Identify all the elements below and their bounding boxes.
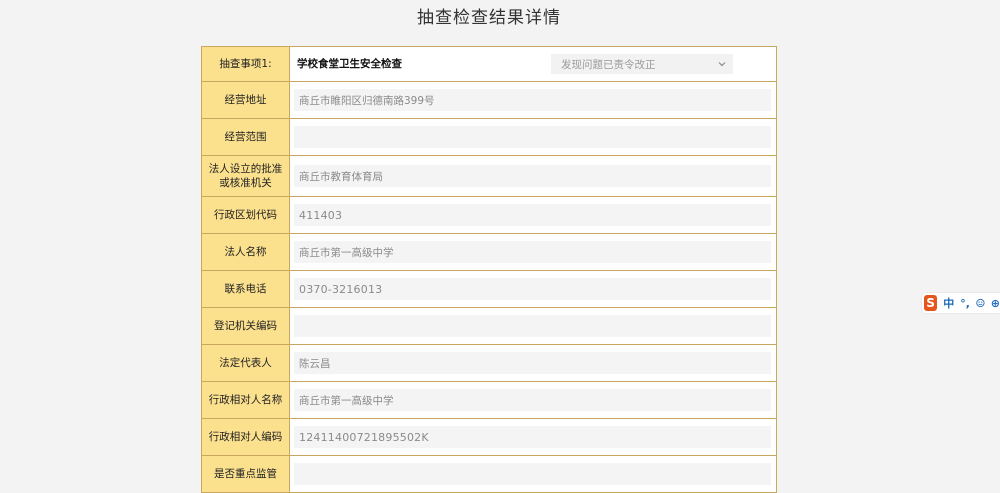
- field-label: 法人名称: [202, 234, 290, 270]
- registration-authority-code-field[interactable]: [294, 315, 771, 337]
- field-label: 法定代表人: [202, 345, 290, 381]
- inspection-name: 学校食堂卫生安全检查: [297, 58, 402, 70]
- table-row: 登记机关编码: [202, 308, 776, 345]
- counterparty-code-field[interactable]: 12411400721895502K: [294, 426, 771, 448]
- table-row: 联系电话 0370-3216013: [202, 271, 776, 308]
- table-row-inspection: 抽查事项1: 学校食堂卫生安全检查 发现问题已责令改正: [202, 47, 776, 82]
- address-field[interactable]: 商丘市睢阳区归德南路399号: [294, 89, 771, 111]
- field-label: 登记机关编码: [202, 308, 290, 344]
- business-scope-field[interactable]: [294, 126, 771, 148]
- table-row: 经营地址 商丘市睢阳区归德南路399号: [202, 82, 776, 119]
- legal-entity-name-field[interactable]: 商丘市第一高级中学: [294, 241, 771, 263]
- field-label: 经营地址: [202, 82, 290, 118]
- table-row: 法人设立的批准或核准机关 商丘市教育体育局: [202, 156, 776, 197]
- page-title: 抽查检查结果详情: [417, 8, 561, 28]
- result-select[interactable]: 发现问题已责令改正: [551, 54, 733, 74]
- result-select-value: 发现问题已责令改正: [561, 58, 656, 71]
- inspection-label: 抽查事项1:: [202, 47, 290, 81]
- smile-icon[interactable]: [976, 297, 985, 309]
- field-label: 法人设立的批准或核准机关: [202, 156, 290, 196]
- table-row: 行政相对人名称 商丘市第一高级中学: [202, 382, 776, 419]
- phone-field[interactable]: 0370-3216013: [294, 278, 771, 300]
- table-row: 是否重点监管: [202, 456, 776, 493]
- result-table: 抽查事项1: 学校食堂卫生安全检查 发现问题已责令改正 经营地址 商丘市睢阳区归…: [201, 46, 777, 493]
- region-code-field[interactable]: 411403: [294, 204, 771, 226]
- legal-representative-field[interactable]: 陈云昌: [294, 352, 771, 374]
- sogou-logo-icon[interactable]: S: [924, 295, 938, 311]
- ime-toolbar[interactable]: S 中 °, ⊕: [922, 293, 1000, 313]
- chevron-down-icon: [718, 62, 726, 67]
- ime-more-icon[interactable]: ⊕: [991, 297, 1000, 310]
- ime-mode-toggle[interactable]: 中: [943, 295, 954, 311]
- key-supervision-field[interactable]: [294, 463, 771, 485]
- field-label: 经营范围: [202, 119, 290, 155]
- table-row: 行政区划代码 411403: [202, 197, 776, 234]
- table-row: 法人名称 商丘市第一高级中学: [202, 234, 776, 271]
- ime-punctuation-toggle[interactable]: °,: [960, 297, 970, 310]
- table-row: 行政相对人编码 12411400721895502K: [202, 419, 776, 456]
- field-label: 行政区划代码: [202, 197, 290, 233]
- table-row: 经营范围: [202, 119, 776, 156]
- counterparty-name-field[interactable]: 商丘市第一高级中学: [294, 389, 771, 411]
- approval-authority-field[interactable]: 商丘市教育体育局: [294, 165, 771, 187]
- field-label: 行政相对人编码: [202, 419, 290, 455]
- field-label: 行政相对人名称: [202, 382, 290, 418]
- table-row: 法定代表人 陈云昌: [202, 345, 776, 382]
- field-label: 联系电话: [202, 271, 290, 307]
